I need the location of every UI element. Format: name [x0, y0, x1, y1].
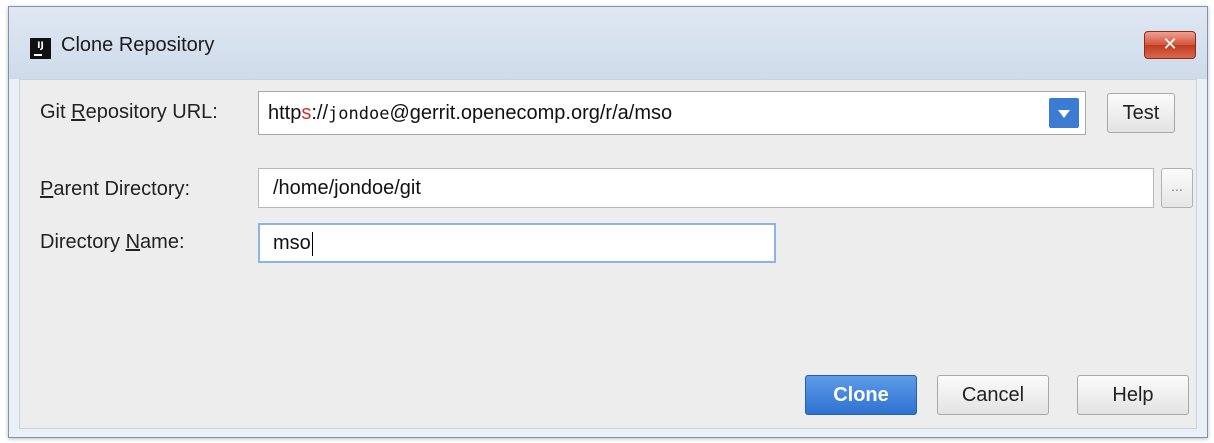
repo-url-combobox[interactable]: https://jondoe@gerrit.openecomp.org/r/a/…	[258, 91, 1086, 135]
clone-button[interactable]: Clone	[805, 375, 917, 415]
repo-url-input[interactable]: https://jondoe@gerrit.openecomp.org/r/a/…	[268, 102, 672, 125]
directory-name-value: mso	[273, 232, 311, 254]
intellij-icon: IJ	[30, 38, 51, 59]
help-button[interactable]: Help	[1077, 375, 1189, 415]
title-bar: IJ Clone Repository ✕	[9, 7, 1207, 79]
browse-button[interactable]: ...	[1161, 168, 1193, 208]
directory-name-input[interactable]: mso	[258, 223, 776, 263]
app-icon-glyph: IJ	[37, 41, 44, 51]
parent-directory-input[interactable]: /home/jondoe/git	[258, 168, 1154, 208]
parent-directory-label: Parent Directory:	[40, 178, 191, 200]
close-button[interactable]: ✕	[1144, 31, 1196, 59]
repo-url-label: Git Repository URL:	[40, 101, 218, 123]
dialog-content: Git Repository URL: https://jondoe@gerri…	[19, 79, 1197, 429]
dialog-title: Clone Repository	[61, 34, 215, 56]
cancel-button[interactable]: Cancel	[937, 375, 1049, 415]
test-button[interactable]: Test	[1107, 93, 1175, 133]
directory-name-label: Directory Name:	[40, 231, 185, 253]
clone-repository-dialog: IJ Clone Repository ✕ Git Repository URL…	[8, 6, 1208, 438]
chevron-down-icon[interactable]	[1049, 98, 1079, 128]
text-caret	[311, 231, 313, 256]
close-icon: ✕	[1162, 34, 1178, 55]
